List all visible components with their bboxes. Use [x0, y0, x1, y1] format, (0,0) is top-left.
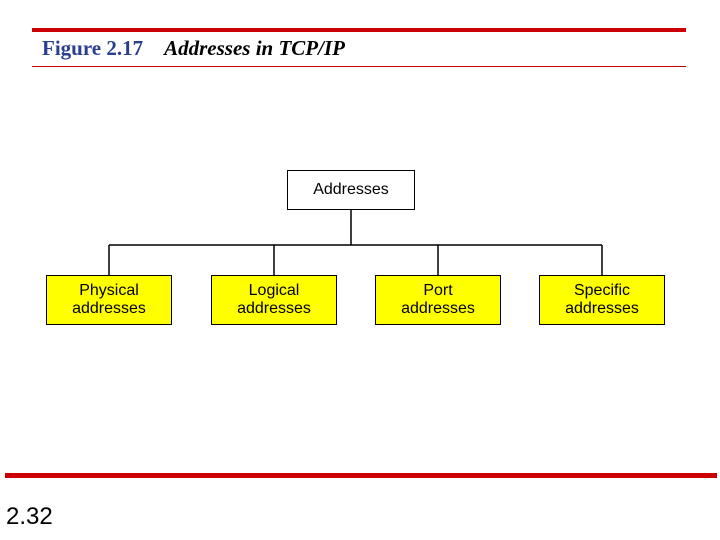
figure-number: Figure 2.17	[42, 36, 143, 60]
child-node-label: Logical addresses	[216, 282, 332, 319]
child-node-label: Specific addresses	[544, 282, 660, 319]
figure-title: Addresses in TCP/IP	[164, 36, 345, 60]
child-node-label: Port addresses	[380, 282, 496, 319]
page-number: 2.32	[6, 503, 53, 531]
root-node-label: Addresses	[292, 181, 410, 199]
figure-heading: Figure 2.17 Addresses in TCP/IP	[42, 36, 345, 61]
child-node-logical: Logical addresses	[211, 275, 337, 325]
hierarchy-diagram: Addresses Physical addresses Logical add…	[38, 170, 680, 355]
header-region: Figure 2.17 Addresses in TCP/IP	[32, 28, 686, 67]
child-node-port: Port addresses	[375, 275, 501, 325]
child-node-label: Physical addresses	[51, 282, 167, 319]
child-node-physical: Physical addresses	[46, 275, 172, 325]
footer-rule	[5, 473, 717, 478]
child-node-specific: Specific addresses	[539, 275, 665, 325]
root-node-addresses: Addresses	[287, 170, 415, 210]
header-rule-thick	[32, 28, 686, 32]
header-rule-thin	[32, 66, 686, 67]
